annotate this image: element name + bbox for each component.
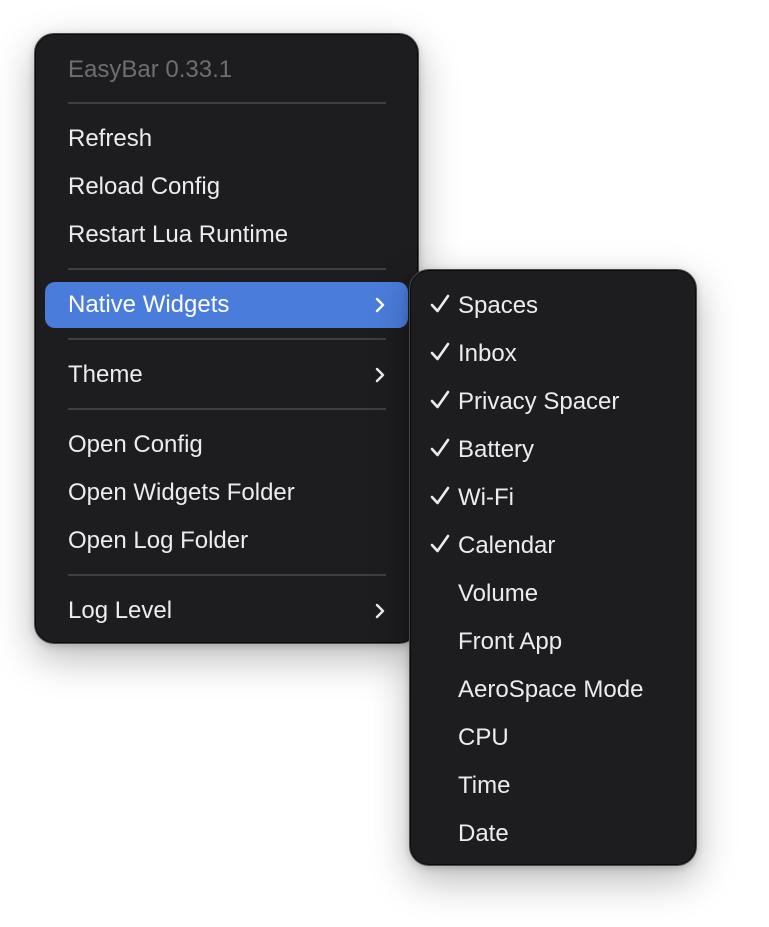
stage: EasyBar 0.33.1 Refresh Reload Config Res… — [0, 0, 769, 927]
menu-item-label: Reload Config — [68, 173, 221, 200]
menu-item-label: Theme — [68, 361, 143, 388]
submenu-item-spaces[interactable]: Spaces — [410, 284, 696, 328]
submenu-item-label: Volume — [458, 580, 539, 607]
submenu-item-calendar[interactable]: Calendar — [410, 524, 696, 568]
menu-item-label: Restart Lua Runtime — [68, 221, 289, 248]
menu-item-label: Log Level — [68, 597, 173, 624]
submenu-item-label: Privacy Spacer — [458, 388, 620, 415]
menu-item-label: Open Widgets Folder — [68, 479, 295, 506]
submenu-item-label: Time — [458, 772, 511, 799]
menu-item-reload-config[interactable]: Reload Config — [45, 164, 408, 210]
menu-separator — [68, 408, 386, 410]
app-version-title: EasyBar 0.33.1 — [68, 56, 233, 83]
submenu-item-label: Calendar — [458, 532, 556, 559]
menu-item-theme[interactable]: Theme — [45, 352, 408, 398]
menu-separator — [68, 338, 386, 340]
checkmark-icon — [430, 534, 450, 553]
menu-item-label: Native Widgets — [68, 291, 230, 318]
submenu-item-battery[interactable]: Battery — [410, 428, 696, 472]
chevron-right-icon — [375, 603, 385, 619]
submenu-item-label: Spaces — [458, 292, 539, 319]
menu-separator — [68, 268, 386, 270]
main-menu: EasyBar 0.33.1 Refresh Reload Config Res… — [34, 33, 419, 644]
submenu-item-label: CPU — [458, 724, 509, 751]
checkmark-icon — [430, 294, 450, 313]
menu-item-open-config[interactable]: Open Config — [45, 422, 408, 468]
submenu-item-label: Inbox — [458, 340, 517, 367]
submenu-item-label: Wi-Fi — [458, 484, 514, 511]
submenu-item-front-app[interactable]: Front App — [410, 620, 696, 664]
menu-item-refresh[interactable]: Refresh — [45, 116, 408, 162]
checkmark-icon — [430, 486, 450, 505]
submenu-item-aerospace-mode[interactable]: AeroSpace Mode — [410, 668, 696, 712]
menu-item-open-widgets-folder[interactable]: Open Widgets Folder — [45, 470, 408, 516]
submenu-item-label: Battery — [458, 436, 535, 463]
checkmark-icon — [430, 438, 450, 457]
menu-item-label: Refresh — [68, 125, 153, 152]
submenu-item-inbox[interactable]: Inbox — [410, 332, 696, 376]
submenu-item-label: Date — [458, 820, 509, 847]
menu-item-label: Open Log Folder — [68, 527, 249, 554]
submenu-item-date[interactable]: Date — [410, 812, 696, 856]
menu-item-native-widgets[interactable]: Native Widgets — [45, 282, 408, 328]
submenu-item-wi-fi[interactable]: Wi-Fi — [410, 476, 696, 520]
submenu-item-privacy-spacer[interactable]: Privacy Spacer — [410, 380, 696, 424]
checkmark-icon — [430, 342, 450, 361]
checkmark-icon — [430, 390, 450, 409]
menu-item-restart-lua-runtime[interactable]: Restart Lua Runtime — [45, 212, 408, 258]
native-widgets-submenu: Spaces Inbox Privacy Spacer Battery Wi-F — [409, 269, 697, 866]
menu-separator — [68, 102, 386, 104]
menu-item-log-level[interactable]: Log Level — [45, 588, 408, 634]
chevron-right-icon — [375, 297, 385, 313]
menu-separator — [68, 574, 386, 576]
menu-item-label: Open Config — [68, 431, 203, 458]
submenu-item-time[interactable]: Time — [410, 764, 696, 808]
submenu-item-label: Front App — [458, 628, 563, 655]
menu-item-open-log-folder[interactable]: Open Log Folder — [45, 518, 408, 564]
chevron-right-icon — [375, 367, 385, 383]
submenu-item-label: AeroSpace Mode — [458, 676, 644, 703]
submenu-item-volume[interactable]: Volume — [410, 572, 696, 616]
submenu-item-cpu[interactable]: CPU — [410, 716, 696, 760]
